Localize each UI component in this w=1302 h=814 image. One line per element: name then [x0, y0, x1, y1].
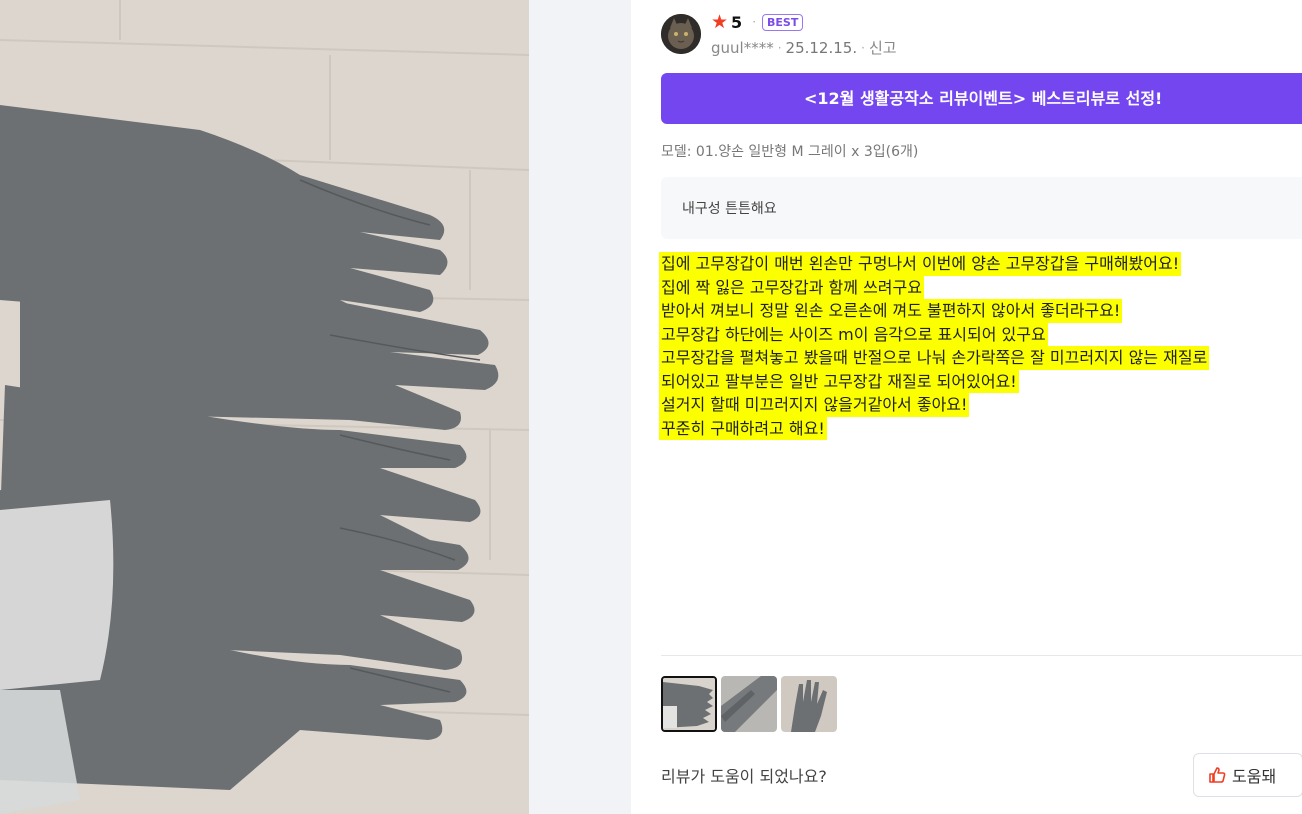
- username: guul****: [711, 38, 774, 57]
- thumbnail-3[interactable]: [781, 676, 837, 732]
- review-line: 고무장갑 하단에는 사이즈 m이 음각으로 표시되어 있구요: [659, 322, 1048, 346]
- attribute-box: 내구성 튼튼해요: [661, 177, 1302, 239]
- attribute-label: 내구성 튼튼해요: [682, 201, 777, 217]
- helpful-question: 리뷰가 도움이 되었나요?: [661, 767, 827, 786]
- helpful-button[interactable]: 도움돼: [1193, 753, 1302, 797]
- separator-dot: ·: [777, 40, 782, 55]
- best-review-banner: <12월 생활공작소 리뷰이벤트> 베스트리뷰로 선정!: [661, 73, 1302, 124]
- purchased-option: 모델: 01.양손 일반형 M 그레이 x 3입(6개): [661, 144, 919, 160]
- photo-gutter: [529, 0, 631, 814]
- report-link[interactable]: 신고: [869, 37, 897, 58]
- cat-avatar-icon: [661, 14, 701, 54]
- review-line: 고무장갑을 펼쳐놓고 봤을때 반절으로 나눠 손가락쪽은 잘 미끄러지지 않는 …: [659, 346, 1210, 370]
- thumbs-up-icon: [1208, 766, 1226, 784]
- review-line: 집에 짝 잃은 고무장갑과 함께 쓰려구요: [659, 275, 924, 299]
- rating-score: 5: [731, 12, 743, 32]
- review-line: 되어있고 팔부분은 일반 고무장갑 재질로 되어있어요!: [659, 369, 1019, 393]
- thumbnail-2[interactable]: [721, 676, 777, 732]
- rating-row: ★ 5 · BEST: [711, 10, 804, 33]
- glove-hand-thumbnail-image: [781, 676, 837, 732]
- glove-photo-image: [0, 0, 529, 814]
- review-main-photo[interactable]: [0, 0, 529, 814]
- separator-dot: ·: [752, 15, 757, 29]
- separator-dot: ·: [861, 40, 865, 55]
- review-line: 꾸준히 구매하려고 해요!: [659, 416, 827, 440]
- review-meta: guul**** · 25.12.15. · 신고: [711, 37, 897, 58]
- helpful-button-label: 도움돼: [1232, 767, 1277, 786]
- photo-thumbnails: [661, 676, 837, 732]
- gloves-thumbnail-image: [663, 678, 715, 730]
- review-line: 설거지 할때 미끄러지지 않을거같아서 좋아요!: [659, 393, 970, 417]
- review-date: 25.12.15.: [785, 38, 858, 57]
- best-badge: BEST: [762, 13, 804, 31]
- star-icon: ★: [711, 10, 729, 33]
- review-body: 집에 고무장갑이 매번 왼손만 구멍나서 이번에 양손 고무장갑을 구매해봤어요…: [659, 252, 1302, 440]
- divider: [661, 655, 1302, 656]
- review-line: 받아서 껴보니 정말 왼손 오른손에 껴도 불편하지 않아서 좋더라구요!: [659, 299, 1123, 323]
- avatar[interactable]: [661, 14, 701, 54]
- glove-closeup-thumbnail-image: [721, 676, 777, 732]
- thumbnail-1[interactable]: [661, 676, 717, 732]
- review-line: 집에 고무장갑이 매번 왼손만 구멍나서 이번에 양손 고무장갑을 구매해봤어요…: [659, 252, 1182, 276]
- review-panel: ★ 5 · BEST guul**** · 25.12.15. · 신고 <12…: [631, 0, 1302, 814]
